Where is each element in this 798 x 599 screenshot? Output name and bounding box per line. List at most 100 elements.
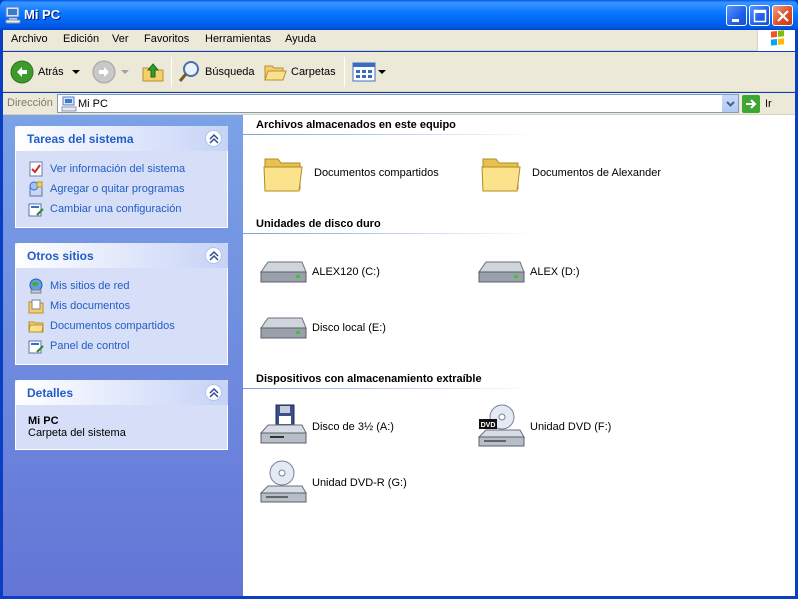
hard-drive-icon	[478, 261, 525, 283]
chevron-down-icon	[726, 101, 735, 107]
task-add-remove-programs[interactable]: Agregar o quitar programas	[28, 179, 227, 199]
search-button[interactable]: Búsqueda	[177, 56, 255, 88]
forward-button[interactable]	[92, 56, 131, 88]
task-change-setting[interactable]: Cambiar una configuración	[28, 199, 227, 219]
task-view-system-info[interactable]: Ver información del sistema	[28, 159, 227, 179]
back-button[interactable]: Atrás	[10, 56, 82, 88]
address-value: Mi PC	[78, 98, 108, 110]
task-label: Agregar o quitar programas	[50, 183, 185, 195]
collapse-button[interactable]	[205, 130, 222, 147]
minimize-button[interactable]	[726, 5, 747, 26]
folder-icon	[481, 158, 521, 192]
floppy-drive-icon	[259, 404, 307, 444]
go-label: Ir	[765, 97, 772, 110]
section-title: Unidades de disco duro	[256, 218, 381, 230]
item-drive-c[interactable]: ALEX120 (C:)	[258, 248, 380, 296]
up-folder-button[interactable]	[141, 56, 165, 88]
address-input[interactable]: Mi PC	[57, 94, 739, 113]
shared-folder-icon	[28, 321, 44, 333]
windows-logo	[757, 30, 795, 51]
views-dropdown-icon	[378, 70, 386, 74]
place-my-documents[interactable]: Mis documentos	[28, 296, 227, 316]
section-divider	[243, 233, 535, 234]
hard-drive-icon	[260, 261, 307, 283]
task-label: Ver información del sistema	[50, 163, 186, 175]
maximize-button[interactable]	[749, 5, 770, 26]
other-places-list: Mis sitios de red Mis documentos Documen…	[15, 268, 228, 365]
place-network[interactable]: Mis sitios de red	[28, 276, 227, 296]
item-label: Disco de 3½ (A:)	[312, 421, 394, 433]
chevron-up-double-icon	[209, 133, 219, 144]
title-bar[interactable]: Mi PC	[0, 0, 798, 30]
my-computer-icon	[61, 96, 77, 112]
item-label: ALEX (D:)	[530, 266, 580, 278]
place-shared-documents[interactable]: Documentos compartidos	[28, 316, 227, 336]
network-places-icon	[29, 278, 43, 294]
forward-arrow-icon	[92, 60, 116, 84]
other-places-title: Otros sitios	[27, 249, 94, 263]
folder-icon	[263, 158, 303, 192]
section-title: Dispositivos con almacenamiento extraíbl…	[256, 373, 482, 385]
place-control-panel[interactable]: Panel de control	[28, 336, 227, 356]
collapse-button[interactable]	[205, 247, 222, 264]
back-dropdown-icon[interactable]	[70, 67, 82, 77]
item-drive-e[interactable]: Disco local (E:)	[258, 304, 386, 352]
views-icon	[352, 62, 376, 82]
system-info-icon	[29, 161, 43, 177]
place-label: Mis documentos	[50, 300, 131, 312]
dvd-badge: DVD	[481, 422, 496, 429]
go-button[interactable]: Ir	[742, 94, 772, 113]
collapse-button[interactable]	[205, 384, 222, 401]
details-item-type: Carpeta del sistema	[28, 427, 126, 439]
go-arrow-icon	[742, 94, 760, 113]
task-pane: Tareas del sistema Ver información del s…	[3, 115, 243, 596]
section-divider	[243, 388, 535, 389]
item-label: Unidad DVD-R (G:)	[312, 477, 407, 489]
close-button[interactable]	[772, 5, 793, 26]
item-label: Unidad DVD (F:)	[530, 421, 612, 433]
item-dvd-r-g[interactable]: Unidad DVD-R (G:)	[258, 459, 407, 507]
dvd-rw-drive-icon	[259, 460, 307, 503]
folders-label: Carpetas	[291, 66, 336, 78]
item-label: Documentos de Alexander	[532, 167, 662, 179]
menu-archivo[interactable]: Archivo	[11, 33, 48, 45]
back-arrow-icon	[10, 60, 34, 84]
item-shared-documents[interactable]: Documentos compartidos	[260, 149, 439, 197]
folders-button[interactable]: Carpetas	[263, 56, 336, 88]
item-label: Documentos compartidos	[314, 167, 439, 179]
other-places-header[interactable]: Otros sitios	[15, 243, 228, 268]
item-label: Disco local (E:)	[312, 322, 386, 334]
search-label: Búsqueda	[205, 66, 255, 78]
hard-drive-icon	[260, 317, 307, 339]
menu-favoritos[interactable]: Favoritos	[144, 33, 189, 45]
views-button[interactable]	[352, 56, 387, 88]
place-label: Mis sitios de red	[50, 280, 130, 292]
address-dropdown-button[interactable]	[721, 95, 738, 112]
item-dvd-f[interactable]: DVD Unidad DVD (F:)	[476, 403, 611, 451]
system-tasks-header[interactable]: Tareas del sistema	[15, 126, 228, 151]
menu-herramientas[interactable]: Herramientas	[205, 33, 271, 45]
menu-ayuda[interactable]: Ayuda	[285, 33, 316, 45]
toolbar-separator	[344, 57, 345, 87]
task-label: Cambiar una configuración	[50, 203, 182, 215]
details-header[interactable]: Detalles	[15, 380, 228, 405]
my-computer-icon	[5, 6, 21, 24]
toolbar-separator	[171, 57, 172, 87]
forward-dropdown-icon[interactable]	[119, 67, 131, 77]
system-tasks-list: Ver información del sistema Agregar o qu…	[15, 151, 228, 228]
item-label: ALEX120 (C:)	[312, 266, 380, 278]
item-alexander-documents[interactable]: Documentos de Alexander	[478, 149, 661, 197]
back-label: Atrás	[38, 66, 64, 78]
menu-edicion[interactable]: Edición	[63, 33, 99, 45]
dvd-drive-icon: DVD	[477, 404, 525, 447]
chevron-up-double-icon	[209, 387, 219, 398]
details-title: Detalles	[27, 386, 74, 400]
window: Mi PC Archivo Edición Ver Favoritos Herr…	[0, 0, 798, 599]
item-drive-d[interactable]: ALEX (D:)	[476, 248, 580, 296]
item-floppy-a[interactable]: Disco de 3½ (A:)	[258, 403, 394, 451]
close-icon	[777, 10, 789, 22]
details-body: Mi PC Carpeta del sistema	[15, 405, 228, 450]
chevron-up-double-icon	[209, 250, 219, 261]
other-places-panel: Otros sitios Mis sitios de red Mis docum…	[15, 243, 228, 365]
menu-ver[interactable]: Ver	[112, 33, 129, 45]
